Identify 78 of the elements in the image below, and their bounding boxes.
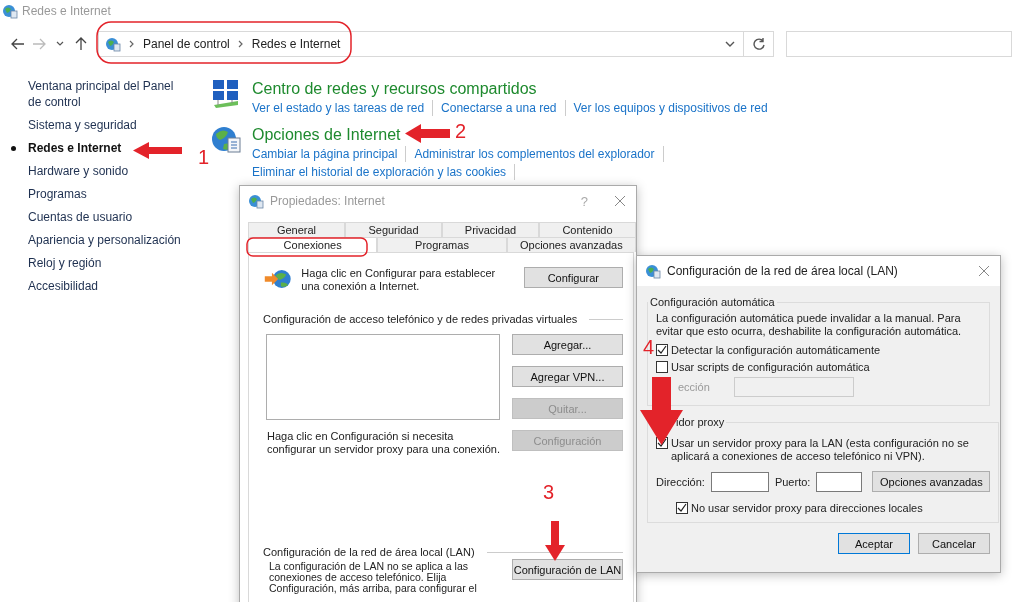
link[interactable]: Administrar los complementos del explorador [414, 146, 664, 162]
close-icon[interactable] [612, 193, 628, 209]
annotation-number: 1 [198, 147, 210, 167]
section-heading: Configuración de acceso telefónico y de redes privadas virtuales [263, 313, 578, 326]
tab[interactable]: Programas [377, 237, 507, 252]
field-label: ección [678, 381, 711, 393]
link[interactable]: Conectarse a una red [441, 100, 566, 116]
control-panel-icon [105, 36, 121, 52]
annotation-arrow [133, 142, 182, 159]
dialog-title: Configuración de la red de área local (LAN) [667, 264, 898, 278]
sidebar-link[interactable]: Redes e Internet [11, 140, 183, 156]
tab[interactable]: Opciones avanzadas [506, 237, 636, 252]
checkbox-label: No usar servidor proxy para direcciones locales [691, 502, 923, 514]
globe-icon [210, 124, 242, 156]
button[interactable]: Agregar... [512, 334, 623, 355]
checkbox-label: Usar un servidor proxy para la LAN (esta configuración no se aplicará a conexiones de acceso telefónico ni VPN). [671, 437, 970, 463]
checkbox-label: Usar scripts de configuración automática [671, 361, 870, 373]
globe-icon [248, 193, 264, 209]
button[interactable]: Aceptar [838, 533, 910, 554]
sidebar-link[interactable]: Accesibilidad [11, 278, 183, 294]
tab[interactable]: Seguridad [345, 222, 442, 237]
chevron-down-icon[interactable] [725, 40, 735, 48]
button[interactable]: Agregar VPN... [512, 366, 623, 387]
breadcrumb-item[interactable]: Panel de control [143, 37, 230, 51]
tab[interactable]: Privacidad [442, 222, 539, 237]
instruction-text: La configuración de LAN no se aplica a las conexiones de acceso telefónico. Elija Configuración, más arriba, para configurar el [269, 561, 478, 594]
sidebar-link[interactable]: Sistema y seguridad [11, 117, 183, 133]
tab[interactable]: General [248, 222, 345, 237]
checkbox-label: Detectar la configuración automáticamente [671, 344, 881, 356]
category-title[interactable]: Centro de redes y recursos compartidos [252, 78, 537, 100]
input-field[interactable] [816, 471, 863, 492]
button[interactable]: Configuración de LAN [512, 559, 623, 580]
close-icon[interactable] [976, 263, 992, 279]
sidebar-link[interactable]: Apariencia y personalización [11, 232, 183, 248]
annotation-arrow [405, 124, 450, 143]
annotation-number: 3 [543, 482, 555, 502]
sidebar-link[interactable]: Programas [11, 186, 183, 202]
group-label: Configuración automática [649, 296, 776, 308]
link[interactable]: Ver los equipos y dispositivos de red [573, 100, 776, 116]
dialog-title: Propiedades: Internet [270, 194, 385, 208]
tab[interactable]: Contenido [539, 222, 636, 237]
button[interactable]: Opciones avanzadas [872, 471, 991, 492]
note-text: La configuración automática puede invalidar a la manual. Para evitar que esto ocurra, deshabilite la configuración automática. [656, 312, 963, 338]
category-title[interactable]: Opciones de Internet [252, 124, 401, 146]
checkbox[interactable] [656, 344, 668, 356]
input-field[interactable] [734, 377, 854, 397]
chevron-right-icon [129, 40, 135, 48]
refresh-button[interactable] [744, 31, 774, 57]
instruction-text: Haga clic en Configuración si necesita configurar un servidor proxy para una conexión. [267, 430, 500, 456]
sidebar-link[interactable]: Reloj y región [11, 255, 183, 271]
input-field[interactable] [710, 471, 769, 492]
button[interactable]: Configurar [523, 267, 623, 288]
breadcrumb-item[interactable]: Redes e Internet [251, 37, 341, 51]
link[interactable]: Cambiar la página principal [252, 146, 407, 162]
address-bar[interactable]: Panel de control Redes e Internet [98, 31, 744, 57]
chevron-right-icon [237, 40, 244, 48]
control-panel-icon [2, 3, 18, 19]
globe-arrow-icon [263, 267, 294, 291]
link[interactable]: Ver el estado y las tareas de red [252, 100, 434, 116]
search-field[interactable] [786, 31, 1012, 57]
sidebar-link[interactable]: Hardware y sonido [11, 163, 183, 179]
button[interactable]: Cancelar [918, 533, 990, 554]
checkbox[interactable] [656, 361, 668, 373]
annotation-arrow [545, 521, 565, 561]
group-label: idor proxy [675, 416, 726, 428]
field-label: Dirección: [656, 475, 705, 488]
sidebar-link[interactable]: Cuentas de usuario [11, 209, 183, 225]
link[interactable]: Eliminar el historial de exploración y las cookies [252, 164, 516, 180]
annotation-number: 2 [455, 121, 467, 141]
section-heading: Configuración de la red de área local (LAN) [263, 546, 475, 559]
globe-icon [645, 263, 661, 279]
instruction-text: Haga clic en Configurar para establecer una conexión a Internet. [301, 267, 497, 293]
checkbox[interactable] [676, 502, 688, 514]
refresh-icon[interactable] [751, 37, 766, 51]
window-title: Redes e Internet [22, 4, 111, 18]
annotation-number: 4 [643, 337, 655, 357]
field-label: Puerto: [774, 475, 811, 488]
sidebar-link[interactable]: Ventana principal del Panel de control [11, 78, 183, 110]
